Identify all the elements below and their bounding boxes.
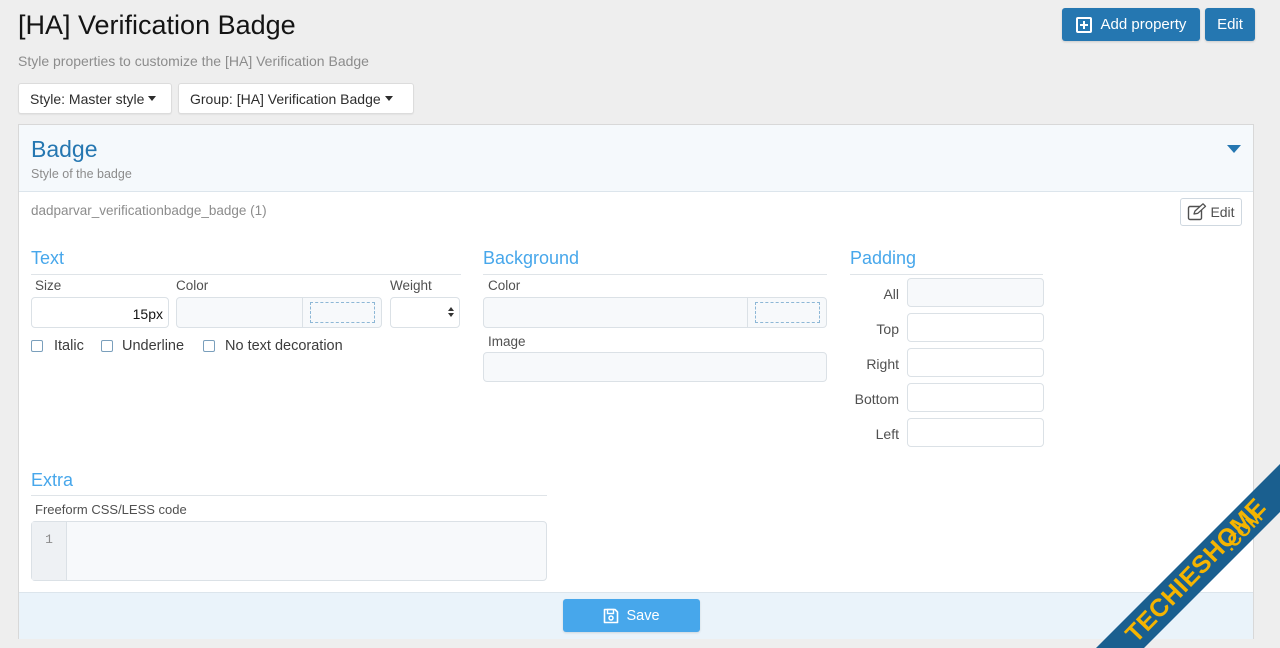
text-color-label: Color <box>176 278 209 293</box>
panel-subtitle: Style of the badge <box>31 167 132 181</box>
edit-label: Edit <box>1217 16 1243 33</box>
save-button[interactable]: Save <box>563 599 700 632</box>
italic-label: Italic <box>54 338 84 354</box>
padding-left-label: Left <box>875 426 899 442</box>
text-size-value: 15px <box>132 306 163 322</box>
padding-all-input[interactable] <box>907 278 1044 307</box>
text-color-swatch[interactable] <box>310 302 375 323</box>
no-text-decoration-checkbox[interactable] <box>203 340 215 352</box>
text-size-label: Size <box>35 278 62 293</box>
text-color-input[interactable] <box>176 297 382 328</box>
caret-down-icon <box>384 96 393 101</box>
padding-right-input[interactable] <box>907 348 1044 377</box>
padding-top-label: Top <box>876 321 899 337</box>
freeform-code-label: Freeform CSS/LESS code <box>35 502 187 517</box>
underline-label: Underline <box>122 338 185 354</box>
section-divider <box>483 274 827 275</box>
freeform-code-editor[interactable]: 1 <box>31 521 547 581</box>
property-name: dadparvar_verificationbadge_badge (1) <box>31 203 267 218</box>
collapse-toggle-icon[interactable] <box>1227 145 1241 153</box>
add-property-button[interactable]: Add property <box>1062 8 1200 41</box>
background-color-label: Color <box>488 278 521 293</box>
plus-square-icon <box>1075 16 1092 33</box>
padding-bottom-input[interactable] <box>907 383 1044 412</box>
background-image-input[interactable] <box>483 352 827 382</box>
section-divider <box>850 274 1043 275</box>
section-divider <box>31 495 547 496</box>
padding-bottom-label: Bottom <box>854 391 899 407</box>
group-filter-dropdown[interactable]: Group: [HA] Verification Badge <box>178 83 414 114</box>
padding-top-input[interactable] <box>907 313 1044 342</box>
italic-checkbox[interactable] <box>31 340 43 352</box>
watermark-logo: TECHIESHOME .COM <box>1096 456 1280 648</box>
padding-left-input[interactable] <box>907 418 1044 447</box>
style-filter-dropdown[interactable]: Style: Master style <box>18 83 172 114</box>
style-filter-label: Style: Master style <box>30 90 145 107</box>
save-label: Save <box>626 607 660 624</box>
text-weight-label: Weight <box>390 278 432 293</box>
panel-header[interactable]: Badge Style of the badge <box>19 125 1253 192</box>
edit-button[interactable]: Edit <box>1205 8 1255 41</box>
padding-section-heading: Padding <box>850 248 917 268</box>
text-section-heading: Text <box>31 248 65 268</box>
text-size-input[interactable]: 15px <box>31 297 169 328</box>
background-color-swatch[interactable] <box>755 302 820 323</box>
background-color-input[interactable] <box>483 297 827 328</box>
panel-title: Badge <box>31 136 98 162</box>
property-panel: Badge Style of the badge dadparvar_verif… <box>18 124 1254 639</box>
group-filter-label: Group: [HA] Verification Badge <box>190 90 381 107</box>
background-image-label: Image <box>488 334 526 349</box>
underline-checkbox[interactable] <box>101 340 113 352</box>
page-description: Style properties to customize the [HA] V… <box>18 53 369 69</box>
page-title: [HA] Verification Badge <box>18 10 296 40</box>
padding-right-label: Right <box>866 356 899 372</box>
panel-footer: Save <box>19 592 1253 639</box>
text-weight-select[interactable] <box>390 297 460 328</box>
property-edit-label: Edit <box>1210 204 1235 220</box>
property-edit-button[interactable]: Edit <box>1180 198 1242 226</box>
line-number: 1 <box>32 522 67 580</box>
edit-icon <box>1188 203 1207 221</box>
add-property-label: Add property <box>1100 16 1187 33</box>
save-icon <box>604 608 619 623</box>
caret-down-icon <box>148 96 157 101</box>
padding-all-label: All <box>883 286 899 302</box>
extra-section-heading: Extra <box>31 470 74 490</box>
no-text-decoration-label: No text decoration <box>225 338 343 354</box>
background-section-heading: Background <box>483 248 580 268</box>
select-arrows-icon <box>448 307 454 317</box>
section-divider <box>31 274 461 275</box>
